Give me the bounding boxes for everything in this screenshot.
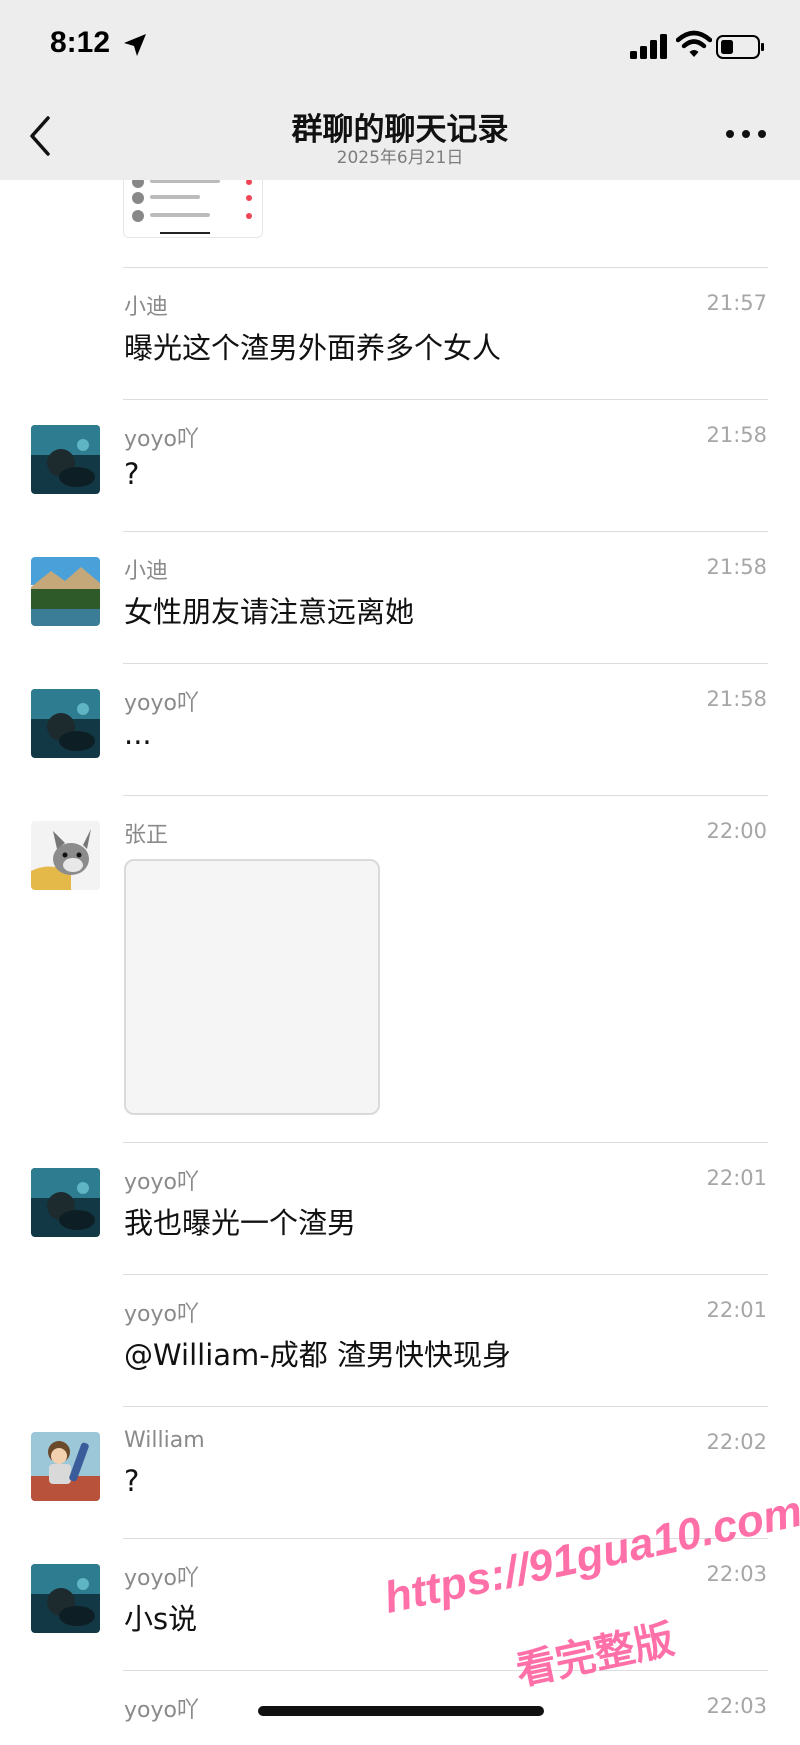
image-thumbnail[interactable] — [123, 180, 263, 238]
message-time: 21:58 — [706, 687, 767, 711]
divider — [123, 1142, 768, 1143]
message-time: 22:02 — [706, 1430, 767, 1454]
more-dots-icon[interactable] — [724, 128, 768, 140]
avatar[interactable] — [31, 1432, 100, 1501]
message-time: 22:00 — [706, 819, 767, 843]
page-date: 2025年6月21日 — [336, 148, 464, 168]
message-text: 曝光这个渣男外面养多个女人 — [124, 331, 502, 365]
sender-name[interactable]: yoyo吖 — [124, 1692, 199, 1724]
status-bar: 8:12 — [0, 0, 800, 88]
location-arrow-icon — [124, 34, 146, 56]
message-time: 22:01 — [706, 1298, 767, 1322]
message-text: 女性朋友请注意远离她 — [124, 595, 415, 629]
message-time: 21:58 — [706, 555, 767, 579]
ocean-avatar-image — [31, 1564, 100, 1633]
divider — [123, 531, 768, 532]
divider — [123, 663, 768, 664]
message-time: 22:01 — [706, 1166, 767, 1190]
message-text: 小s说 — [124, 1602, 198, 1636]
avatar[interactable] — [31, 1168, 100, 1237]
divider — [123, 1406, 768, 1407]
sender-name[interactable]: yoyo吖 — [124, 685, 199, 717]
sender-name[interactable]: yoyo吖 — [124, 1560, 199, 1592]
sender-name[interactable]: 小迪 — [124, 289, 168, 321]
watermark-caption: 看完整版 — [512, 1616, 679, 1695]
avatar[interactable] — [31, 689, 100, 758]
message-time: 21:58 — [706, 423, 767, 447]
message-text: ... — [124, 717, 152, 751]
divider — [123, 399, 768, 400]
message-list[interactable]: 小迪 21:57 曝光这个渣男外面养多个女人 yoyo吖 21:58 ? 小迪 … — [0, 180, 800, 1732]
sender-name[interactable]: 小迪 — [124, 553, 168, 585]
divider — [123, 267, 768, 268]
battery-icon — [716, 35, 764, 59]
divider — [123, 1274, 768, 1275]
message-text: 我也曝光一个渣男 — [124, 1206, 357, 1240]
message-text: ? — [124, 457, 140, 491]
divider — [123, 795, 768, 796]
cartoon-avatar-image — [31, 1432, 100, 1501]
message-text: @William-成都 渣男快快现身 — [124, 1338, 511, 1372]
sender-name[interactable]: 张正 — [124, 817, 168, 849]
signal-icon — [630, 34, 667, 59]
message-time: 21:57 — [706, 291, 767, 315]
ocean-avatar-image — [31, 425, 100, 494]
ocean-avatar-image — [31, 689, 100, 758]
sender-name[interactable]: yoyo吖 — [124, 421, 199, 453]
sender-name[interactable]: yoyo吖 — [124, 1164, 199, 1196]
wifi-icon — [676, 30, 712, 57]
message-text: ? — [124, 1464, 140, 1498]
image-message[interactable] — [124, 859, 380, 1115]
ocean-avatar-image — [31, 1168, 100, 1237]
avatar[interactable] — [31, 425, 100, 494]
status-time: 8:12 — [50, 26, 111, 59]
dog-avatar-image — [31, 821, 100, 890]
home-indicator[interactable] — [258, 1706, 544, 1716]
sender-name[interactable]: yoyo吖 — [124, 1296, 199, 1328]
sender-name[interactable]: William — [124, 1428, 205, 1453]
avatar[interactable] — [31, 821, 100, 890]
avatar[interactable] — [31, 1564, 100, 1633]
avatar[interactable] — [31, 557, 100, 626]
landscape-avatar-image — [31, 557, 100, 626]
